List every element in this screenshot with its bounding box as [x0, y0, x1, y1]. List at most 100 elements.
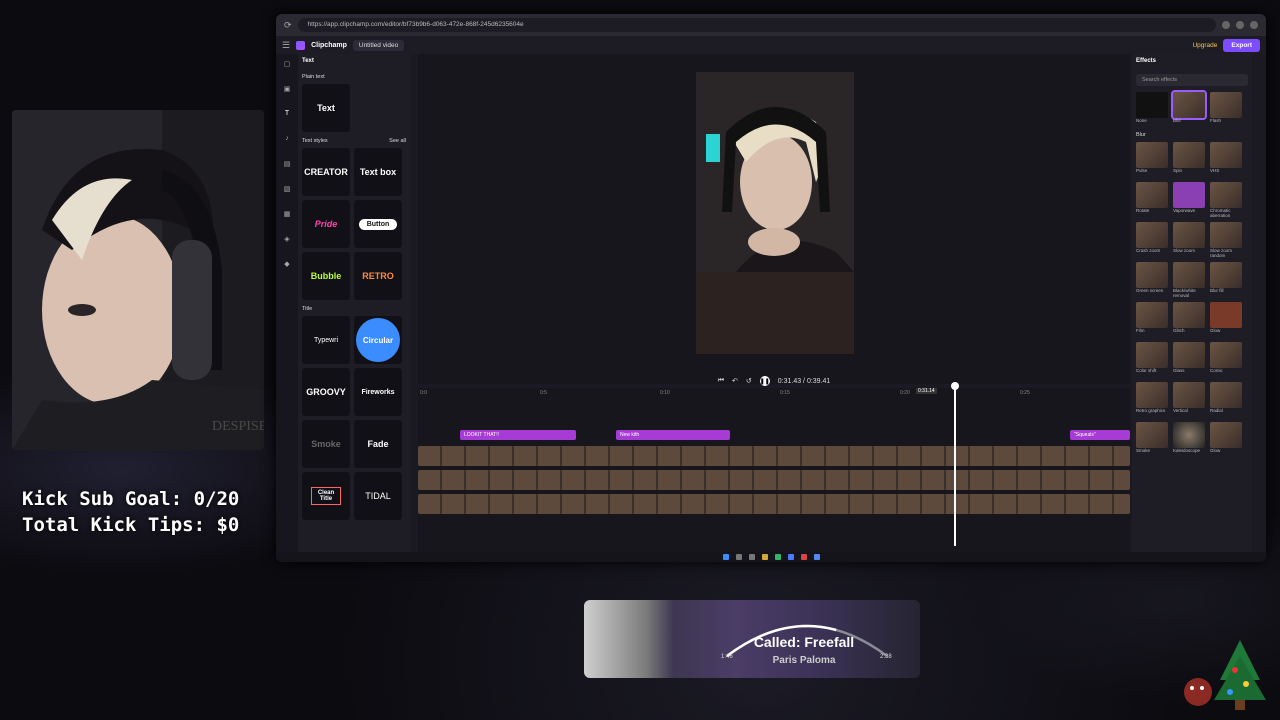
ruler-tick: 0:15 [780, 390, 790, 396]
effect-item[interactable]: Blur [1171, 90, 1207, 126]
effect-item[interactable]: Slow zoom [1173, 222, 1205, 256]
reload-icon[interactable]: ⟳ [284, 20, 292, 31]
spotify-icon[interactable] [774, 554, 781, 560]
effect-item[interactable]: Kaleidoscope [1173, 422, 1205, 456]
effect-item[interactable]: Flash [1210, 92, 1242, 126]
title-tile[interactable]: Clean Title [302, 472, 350, 520]
effect-item[interactable]: Glow [1210, 422, 1242, 456]
effect-item[interactable]: Crash zoom [1136, 222, 1168, 256]
app-name: Clipchamp [311, 41, 347, 49]
effect-item[interactable]: Green screen [1136, 262, 1168, 296]
style-tile[interactable]: RETRO [354, 252, 402, 300]
see-all-link[interactable]: See all [389, 138, 406, 144]
ruler-tick: 0:5 [540, 390, 547, 396]
effect-item[interactable]: Rotate [1136, 182, 1168, 216]
skip-back-icon[interactable]: ⏮ [718, 377, 724, 385]
export-button[interactable]: Export [1223, 38, 1260, 52]
effects-panel: Effects Search effects None Blur Flash B… [1132, 54, 1252, 562]
effects-title: Effects [1136, 58, 1157, 64]
title-tile[interactable]: GROOVY [302, 368, 350, 416]
step-back-icon[interactable]: ↺ [746, 377, 752, 385]
duration-time: 2:38 [880, 654, 892, 660]
discord-icon[interactable] [813, 554, 820, 560]
rail-graphics[interactable]: ◈ [281, 235, 293, 247]
effect-item[interactable]: None [1136, 92, 1168, 126]
title-clip[interactable]: New kith [616, 430, 730, 440]
rail-stock-images[interactable]: ▧ [281, 185, 293, 197]
video-track[interactable] [418, 446, 1130, 466]
text-styles-heading: Text styles See all [302, 138, 406, 144]
title-tile[interactable]: Circular [354, 316, 402, 364]
rail-record-create[interactable]: ▣ [281, 85, 293, 97]
title-tile[interactable]: Fireworks [354, 368, 402, 416]
app-icon[interactable] [800, 554, 807, 560]
effect-item[interactable]: Glass [1173, 342, 1205, 376]
style-tile[interactable]: Pride [302, 200, 350, 248]
style-tile[interactable]: CREATOR [302, 148, 350, 196]
effects-search-input[interactable]: Search effects [1136, 74, 1248, 86]
effect-item[interactable]: Retro graphics [1136, 382, 1168, 416]
title-tile[interactable]: Fade [354, 420, 402, 468]
effect-item[interactable]: Glitch [1173, 302, 1205, 336]
rail-brand-kit[interactable]: ◆ [281, 260, 293, 272]
effect-item[interactable]: Blur fill [1210, 262, 1242, 296]
svg-text:DESPISED: DESPISED [212, 419, 264, 434]
effect-item[interactable]: Vaporwave [1173, 182, 1205, 216]
title-clip[interactable]: LOOKIT THAT!! [460, 430, 576, 440]
start-icon[interactable] [722, 554, 729, 560]
effect-item[interactable]: Black/white removal [1173, 262, 1205, 298]
extension-icon[interactable] [1222, 21, 1230, 29]
search-icon[interactable] [735, 554, 742, 560]
menu-icon[interactable]: ☰ [282, 40, 290, 51]
effect-item[interactable]: Comic [1210, 342, 1242, 376]
upgrade-button[interactable]: Upgrade [1192, 42, 1217, 49]
timeline-ruler: 0:0 0:5 0:10 0:15 0:20 0:25 0:31.14 [418, 388, 1130, 400]
style-tile[interactable]: Text box [354, 148, 402, 196]
video-preview[interactable] [696, 72, 854, 354]
project-name[interactable]: Untitled video [352, 39, 405, 51]
sub-goal-text: Kick Sub Goal: 0/20 [22, 488, 240, 510]
title-tile[interactable]: Typewri [302, 316, 350, 364]
video-track[interactable] [418, 470, 1130, 490]
video-track[interactable] [418, 494, 1130, 514]
title-tile[interactable]: Smoke [302, 420, 350, 468]
rail-stock-video[interactable]: ▤ [281, 160, 293, 172]
effect-item[interactable]: Color shift [1136, 342, 1168, 376]
effect-item[interactable]: Chromatic aberration [1210, 182, 1242, 218]
rail-text[interactable]: T [281, 110, 293, 122]
profile-icon[interactable] [1250, 21, 1258, 29]
ruler-tick: 0:0 [420, 390, 427, 396]
folder-icon[interactable] [761, 554, 768, 560]
effect-item[interactable]: Glow [1210, 302, 1242, 336]
browser-icon[interactable] [787, 554, 794, 560]
effects-grid: None Blur Flash [1136, 90, 1248, 126]
effect-item[interactable]: Film [1136, 302, 1168, 336]
rail-your-media[interactable]: ▢ [281, 60, 293, 72]
taskview-icon[interactable] [748, 554, 755, 560]
effect-item[interactable]: Spin [1173, 142, 1205, 176]
effect-item[interactable]: VHS [1210, 142, 1242, 176]
playhead[interactable] [951, 382, 959, 546]
rewind-icon[interactable]: ↶ [732, 377, 738, 385]
effect-item[interactable]: Smoke [1136, 422, 1168, 456]
left-icon-rail: ▢ ▣ T ♪ ▤ ▧ ▦ ◈ ◆ [276, 54, 298, 562]
rail-music[interactable]: ♪ [281, 135, 293, 147]
favorite-icon[interactable] [1236, 21, 1244, 29]
effect-item[interactable]: Vertical [1173, 382, 1205, 416]
timeline: 0:0 0:5 0:10 0:15 0:20 0:25 0:31.14 LOOK… [418, 382, 1130, 562]
style-tile[interactable]: Button [354, 200, 402, 248]
pause-button[interactable]: ❚❚ [760, 376, 770, 386]
effect-item[interactable]: Pulse [1136, 142, 1168, 176]
rail-templates[interactable]: ▦ [281, 210, 293, 222]
style-tile[interactable]: Bubble [302, 252, 350, 300]
effect-item[interactable]: Slow zoom random [1210, 222, 1242, 258]
ruler-tick: 0:25 [1020, 390, 1030, 396]
title-clip[interactable]: "Squeals" [1070, 430, 1130, 440]
effect-item[interactable]: Radial [1210, 382, 1242, 416]
address-bar[interactable]: https://app.clipchamp.com/editor/bf73b9b… [297, 18, 1216, 32]
plain-text-tile[interactable]: Text [302, 84, 350, 132]
preview-area [418, 54, 1130, 384]
app-header: ☰ Clipchamp Untitled video Upgrade Expor… [276, 36, 1266, 54]
title-tile[interactable]: TIDAL [354, 472, 402, 520]
browser-toolbar: ⟳ https://app.clipchamp.com/editor/bf73b… [276, 14, 1266, 36]
